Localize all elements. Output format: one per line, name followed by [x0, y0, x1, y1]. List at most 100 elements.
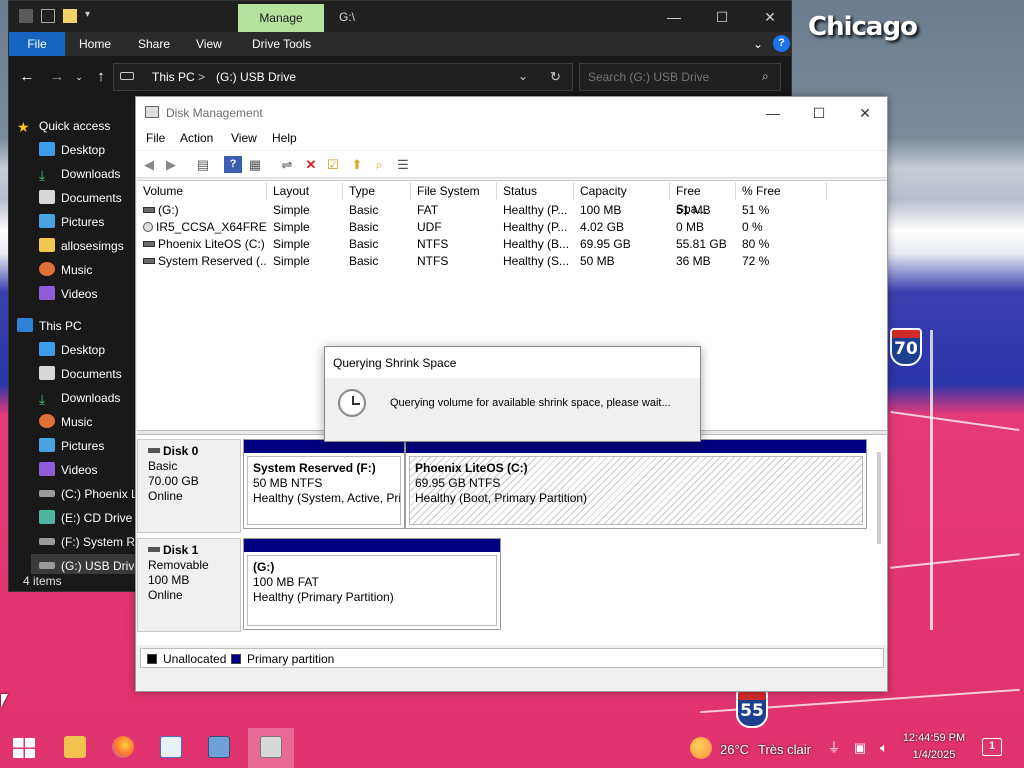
minimize-button[interactable]: — — [651, 5, 697, 29]
maximize-button[interactable]: ☐ — [699, 5, 745, 29]
forward-arrow-icon[interactable]: → — [47, 67, 67, 87]
menu-help[interactable]: Help — [272, 131, 297, 145]
tab-share[interactable]: Share — [138, 32, 170, 56]
menu-view[interactable]: View — [231, 131, 257, 145]
cell-capacity: 100 MB — [580, 203, 622, 217]
tab-home[interactable]: Home — [79, 32, 111, 56]
column-header-status[interactable]: Status — [497, 182, 574, 200]
network-icon[interactable]: ▣ — [852, 740, 868, 756]
column-header-file-system[interactable]: File System — [411, 182, 497, 200]
weather-temperature[interactable]: 26°C — [720, 742, 749, 757]
column-header-capacity[interactable]: Capacity — [574, 182, 670, 200]
back-arrow-icon[interactable]: ◀ — [140, 156, 158, 173]
taskbar-notepad[interactable] — [148, 728, 194, 768]
weather-icon[interactable] — [690, 737, 712, 759]
table-row[interactable]: (G:) Simple Basic FAT Healthy (P... 100 … — [137, 202, 887, 219]
recent-dropdown-icon[interactable]: ⌄ — [69, 67, 89, 87]
properties-icon[interactable] — [41, 9, 55, 23]
address-bar[interactable]: This PC > (G:) USB Drive ⌄ ↻ — [113, 63, 573, 91]
properties-icon[interactable]: ▦ — [246, 156, 264, 173]
new-folder-icon[interactable] — [63, 9, 77, 23]
partition-phoenix-liteos[interactable]: Phoenix LiteOS (C:) 69.95 GB NTFS Health… — [405, 439, 867, 529]
clock-date[interactable]: 1/4/2025 — [900, 749, 968, 761]
search-folder-icon[interactable]: ⌕ — [370, 156, 388, 173]
check-icon[interactable]: ☑ — [324, 156, 342, 173]
notifications-button[interactable]: 1 — [982, 738, 1002, 756]
column-header-type[interactable]: Type — [343, 182, 411, 200]
nav-quick-access[interactable]: ★ Quick access — [17, 114, 137, 138]
table-row[interactable]: IR5_CCSA_X64FRE... Simple Basic UDF Heal… — [137, 219, 887, 236]
nav-pc-videos[interactable]: Videos — [39, 458, 137, 482]
disk-1-label[interactable]: Disk 1 Removable 100 MB Online — [137, 538, 241, 632]
nav-qa-allosesimgs[interactable]: allosesimgs — [39, 234, 137, 258]
nav-qa-documents[interactable]: Documents — [39, 186, 137, 210]
help-icon[interactable]: ? — [224, 156, 242, 173]
nav-pc-drive-e[interactable]: (E:) CD Drive - — [39, 506, 137, 530]
nav-pc-pictures[interactable]: Pictures — [39, 434, 137, 458]
scrollbar[interactable] — [877, 452, 881, 544]
nav-pc-documents[interactable]: Documents — [39, 362, 137, 386]
delete-icon[interactable]: ✕ — [302, 156, 320, 173]
menu-file[interactable]: File — [146, 131, 165, 145]
column-header-free-space[interactable]: Free Spa... — [670, 182, 736, 216]
nav-pc-drive-f[interactable]: (F:) System Re — [39, 530, 137, 554]
nav-pc-desktop[interactable]: Desktop — [39, 338, 137, 362]
search-input[interactable] — [588, 69, 748, 85]
partition-usb-g[interactable]: (G:) 100 MB FAT Healthy (Primary Partiti… — [243, 538, 501, 630]
nav-pc-drive-c[interactable]: (C:) Phoenix L — [39, 482, 137, 506]
customize-toolbar-icon[interactable]: ▾ — [85, 9, 99, 23]
tab-view[interactable]: View — [196, 32, 222, 56]
disk-0-label[interactable]: Disk 0 Basic 70.00 GB Online — [137, 439, 241, 533]
taskbar-computer-management[interactable] — [196, 728, 242, 768]
taskbar-firefox[interactable] — [100, 728, 146, 768]
chevron-down-icon[interactable]: ⌄ — [753, 32, 763, 56]
tab-manage[interactable]: Manage — [238, 4, 324, 32]
close-button[interactable]: ✕ — [842, 101, 888, 125]
nav-qa-music[interactable]: Music — [39, 258, 137, 282]
maximize-button[interactable]: ☐ — [796, 101, 842, 125]
nav-pc-music[interactable]: Music — [39, 410, 137, 434]
taskbar-file-explorer[interactable] — [52, 728, 98, 768]
nav-label: Music — [61, 263, 93, 277]
tab-file[interactable]: File — [9, 32, 65, 56]
column-header-layout[interactable]: Layout — [267, 182, 343, 200]
tab-drive-tools[interactable]: Drive Tools — [252, 32, 311, 56]
table-row[interactable]: Phoenix LiteOS (C:) Simple Basic NTFS He… — [137, 236, 887, 253]
nav-pc-drive-g[interactable]: (G:) USB Drive — [31, 554, 137, 574]
nav-qa-desktop[interactable]: Desktop — [39, 138, 137, 162]
menu-action[interactable]: Action — [180, 131, 213, 145]
minimize-button[interactable]: — — [750, 101, 796, 125]
forward-arrow-icon[interactable]: ▶ — [162, 156, 180, 173]
usb-tray-icon[interactable]: ⏚ — [826, 740, 842, 756]
nav-qa-pictures[interactable]: Pictures — [39, 210, 137, 234]
volume-icon[interactable]: 🔈︎ — [876, 740, 892, 756]
connect-icon[interactable]: ⇌ — [278, 156, 296, 173]
breadcrumb-current[interactable]: (G:) USB Drive — [216, 70, 296, 84]
address-dropdown-icon[interactable]: ⌄ — [518, 69, 528, 83]
partition-system-reserved[interactable]: System Reserved (F:) 50 MB NTFS Healthy … — [243, 439, 405, 529]
dialog-message: Querying volume for available shrink spa… — [390, 397, 671, 409]
help-icon[interactable]: ? — [773, 35, 790, 52]
search-icon[interactable]: ⌕ — [762, 69, 769, 84]
table-row[interactable]: System Reserved (... Simple Basic NTFS H… — [137, 253, 887, 270]
close-button[interactable]: ✕ — [747, 5, 793, 29]
column-header-percent-free[interactable]: % Free — [736, 182, 827, 200]
console-tree-icon[interactable]: ▤ — [194, 156, 212, 173]
up-arrow-icon[interactable]: ↑ — [91, 67, 111, 87]
nav-this-pc[interactable]: This PC — [17, 314, 137, 338]
breadcrumb-this-pc[interactable]: This PC — [152, 70, 195, 84]
clock-time[interactable]: 12:44:59 PM — [900, 732, 968, 744]
partition-size: 69.95 GB NTFS — [415, 476, 501, 490]
list-icon[interactable]: ☰ — [394, 156, 412, 173]
cell-volume: (G:) — [137, 202, 267, 219]
nav-qa-downloads[interactable]: ⤓ Downloads — [39, 162, 137, 186]
taskbar-disk-management[interactable] — [248, 728, 294, 768]
back-arrow-icon[interactable]: ← — [17, 67, 37, 87]
refresh-icon[interactable]: ↻ — [550, 69, 561, 85]
weather-description[interactable]: Très clair — [758, 742, 811, 757]
folder-up-icon[interactable]: ⬆ — [348, 156, 366, 173]
nav-qa-videos[interactable]: Videos — [39, 282, 137, 306]
column-header-volume[interactable]: Volume — [137, 182, 267, 200]
nav-pc-downloads[interactable]: ⤓ Downloads — [39, 386, 137, 410]
start-button[interactable] — [0, 728, 46, 768]
